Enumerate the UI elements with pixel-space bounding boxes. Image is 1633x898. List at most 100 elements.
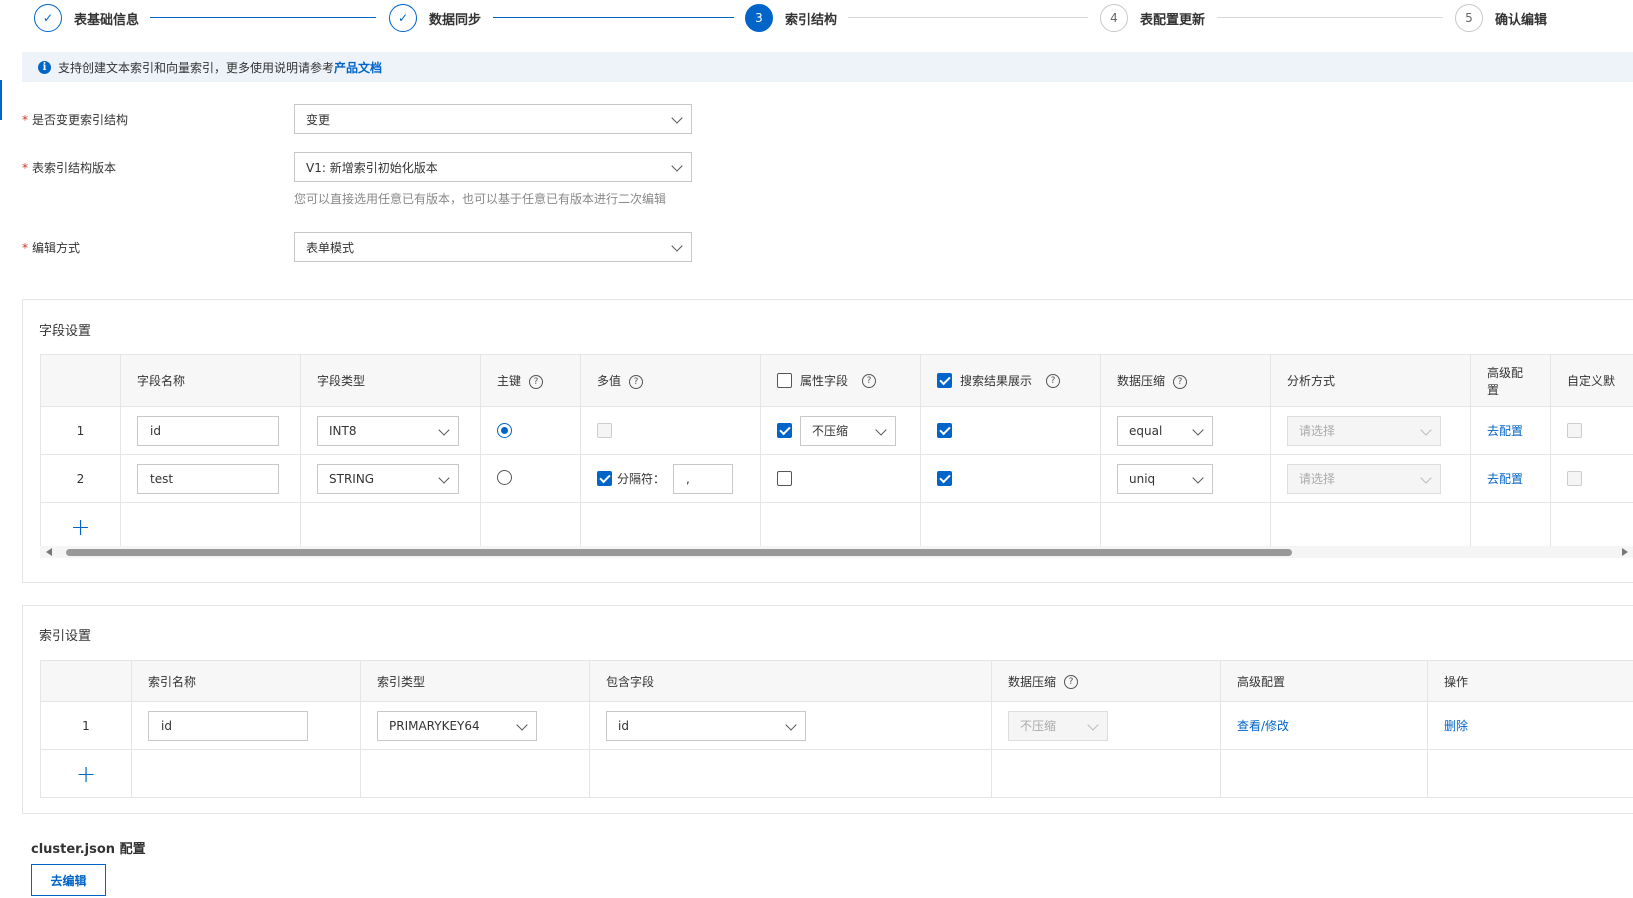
row-num: 1	[40, 406, 121, 455]
index-fields-select[interactable]: id	[606, 710, 806, 741]
help-icon[interactable]: ?	[1173, 374, 1188, 389]
edit-mode-select[interactable]: 表单模式	[294, 232, 692, 262]
col-analyzer: 分析方式	[1270, 354, 1471, 407]
step-label: 表配置更新	[1140, 12, 1206, 28]
chevron-down-icon	[1420, 471, 1432, 484]
chevron-down-icon	[671, 112, 683, 124]
col-multi-value: 多值?	[580, 354, 761, 407]
multi-value-checkbox[interactable]	[597, 471, 612, 486]
index-name-input[interactable]: id	[148, 710, 308, 741]
fields-panel-title: 字段设置	[39, 324, 92, 339]
step-4: 4 表配置更新	[1100, 4, 1205, 32]
separator-input[interactable]: ,	[673, 463, 734, 494]
primary-key-radio[interactable]	[497, 423, 512, 438]
horizontal-scrollbar[interactable]	[40, 546, 1633, 558]
field-name-input[interactable]: id	[137, 415, 279, 446]
attribute-checkbox[interactable]	[777, 471, 792, 486]
chevron-down-icon	[875, 423, 887, 436]
delete-link[interactable]: 删除	[1444, 719, 1468, 733]
step-connector	[493, 17, 734, 18]
col-index-advanced: 高级配置	[1220, 660, 1428, 702]
step-2: ✓ 数据同步	[389, 4, 481, 32]
chevron-down-icon	[671, 240, 683, 252]
add-field-plus-icon[interactable]: +	[70, 513, 90, 541]
search-display-checkbox[interactable]	[937, 423, 952, 438]
form-label: * 表索引结构版本	[22, 160, 117, 175]
col-num	[40, 354, 121, 407]
fields-panel: 字段设置 字段名称 字段类型 主键? 多值? 属性字段? 搜索结果展示? 数据压…	[22, 299, 1633, 583]
search-display-select-all-checkbox[interactable]	[937, 373, 952, 388]
fields-table: 字段名称 字段类型 主键? 多值? 属性字段? 搜索结果展示? 数据压缩? 分析…	[40, 354, 1633, 551]
row-num: 1	[40, 701, 132, 750]
analyzer-select[interactable]: 请选择	[1287, 463, 1441, 494]
custom-default-checkbox[interactable]	[1567, 471, 1582, 486]
edit-cluster-button[interactable]: 去编辑	[31, 864, 106, 896]
row-num: 2	[40, 454, 121, 503]
add-index-plus-icon[interactable]: +	[76, 760, 96, 788]
change-structure-select[interactable]: 变更	[294, 104, 692, 134]
index-type-select[interactable]: PRIMARYKEY64	[377, 710, 537, 741]
attribute-compress-select[interactable]: 不压缩	[800, 415, 896, 446]
field-type-select[interactable]: STRING	[317, 463, 459, 494]
col-primary-key: 主键?	[480, 354, 581, 407]
help-icon[interactable]: ?	[529, 374, 544, 389]
table-row: 1 id INT8 不压缩 equal 请选择 去配置	[40, 406, 1633, 455]
chevron-down-icon	[1192, 471, 1204, 484]
col-attribute: 属性字段?	[760, 354, 921, 407]
scroll-left-icon[interactable]	[46, 548, 52, 556]
col-index-type: 索引类型	[360, 660, 590, 702]
field-name-input[interactable]: test	[137, 463, 279, 494]
col-index-name: 索引名称	[131, 660, 361, 702]
compression-select[interactable]: uniq	[1117, 463, 1213, 494]
step-label: 索引结构	[785, 12, 838, 28]
form-label: * 是否变更索引结构	[22, 112, 129, 127]
chevron-down-icon	[516, 718, 528, 731]
attribute-checkbox[interactable]	[777, 423, 792, 438]
primary-key-radio[interactable]	[497, 469, 512, 485]
version-select[interactable]: V1: 新增索引初始化版本	[294, 152, 692, 182]
step-number: 5	[1455, 4, 1483, 32]
product-docs-link[interactable]: 产品文档	[334, 59, 382, 76]
form-row-change-structure: * 是否变更索引结构 变更	[22, 104, 692, 134]
table-row: 2 test STRING 分隔符：, uniq 请选择 去配置	[40, 454, 1633, 503]
advanced-config-link[interactable]: 去配置	[1487, 424, 1523, 438]
cluster-config-title: cluster.json 配置	[31, 842, 146, 857]
field-type-select[interactable]: INT8	[317, 415, 459, 446]
search-display-checkbox[interactable]	[937, 471, 952, 486]
step-5: 5 确认编辑	[1455, 4, 1547, 32]
step-number: 3	[745, 4, 773, 32]
attribute-select-all-checkbox[interactable]	[777, 373, 792, 388]
view-edit-link[interactable]: 查看/修改	[1237, 719, 1289, 733]
table-row: 1 id PRIMARYKEY64 id 不压缩 查看/修改 删除	[40, 701, 1633, 750]
steps-bar: ✓ 表基础信息 ✓ 数据同步 3 索引结构 4 表配置更新 5 确认编辑	[0, 0, 1633, 36]
index-compression-select[interactable]: 不压缩	[1008, 710, 1108, 741]
indexes-panel-title: 索引设置	[39, 629, 92, 644]
col-field-name: 字段名称	[120, 354, 301, 407]
advanced-config-link[interactable]: 去配置	[1487, 472, 1523, 486]
help-icon[interactable]: ?	[1046, 373, 1061, 388]
help-icon[interactable]: ?	[1064, 675, 1079, 689]
help-icon[interactable]: ?	[629, 374, 644, 389]
info-icon: i	[38, 60, 51, 74]
step-label: 数据同步	[429, 12, 482, 28]
left-edge-indicator	[0, 80, 2, 120]
version-hint: 您可以直接选用任意已有版本，也可以基于任意已有版本进行二次编辑	[294, 192, 667, 206]
col-search-display: 搜索结果展示?	[920, 354, 1101, 407]
help-icon[interactable]: ?	[862, 373, 877, 388]
scroll-right-icon[interactable]	[1622, 548, 1628, 556]
step-connector	[848, 17, 1088, 18]
analyzer-select[interactable]: 请选择	[1287, 415, 1441, 446]
check-icon: ✓	[34, 4, 62, 32]
chevron-down-icon	[785, 718, 797, 731]
chevron-down-icon	[438, 423, 450, 436]
step-label: 表基础信息	[74, 12, 140, 28]
multi-value-checkbox[interactable]	[597, 423, 612, 438]
chevron-down-icon	[671, 160, 683, 172]
custom-default-checkbox[interactable]	[1567, 423, 1582, 438]
col-index-actions: 操作	[1427, 660, 1633, 702]
step-1: ✓ 表基础信息	[34, 4, 139, 32]
scroll-thumb[interactable]	[66, 549, 1292, 556]
chevron-down-icon	[438, 471, 450, 484]
compression-select[interactable]: equal	[1117, 415, 1213, 446]
chevron-down-icon	[1420, 423, 1432, 436]
